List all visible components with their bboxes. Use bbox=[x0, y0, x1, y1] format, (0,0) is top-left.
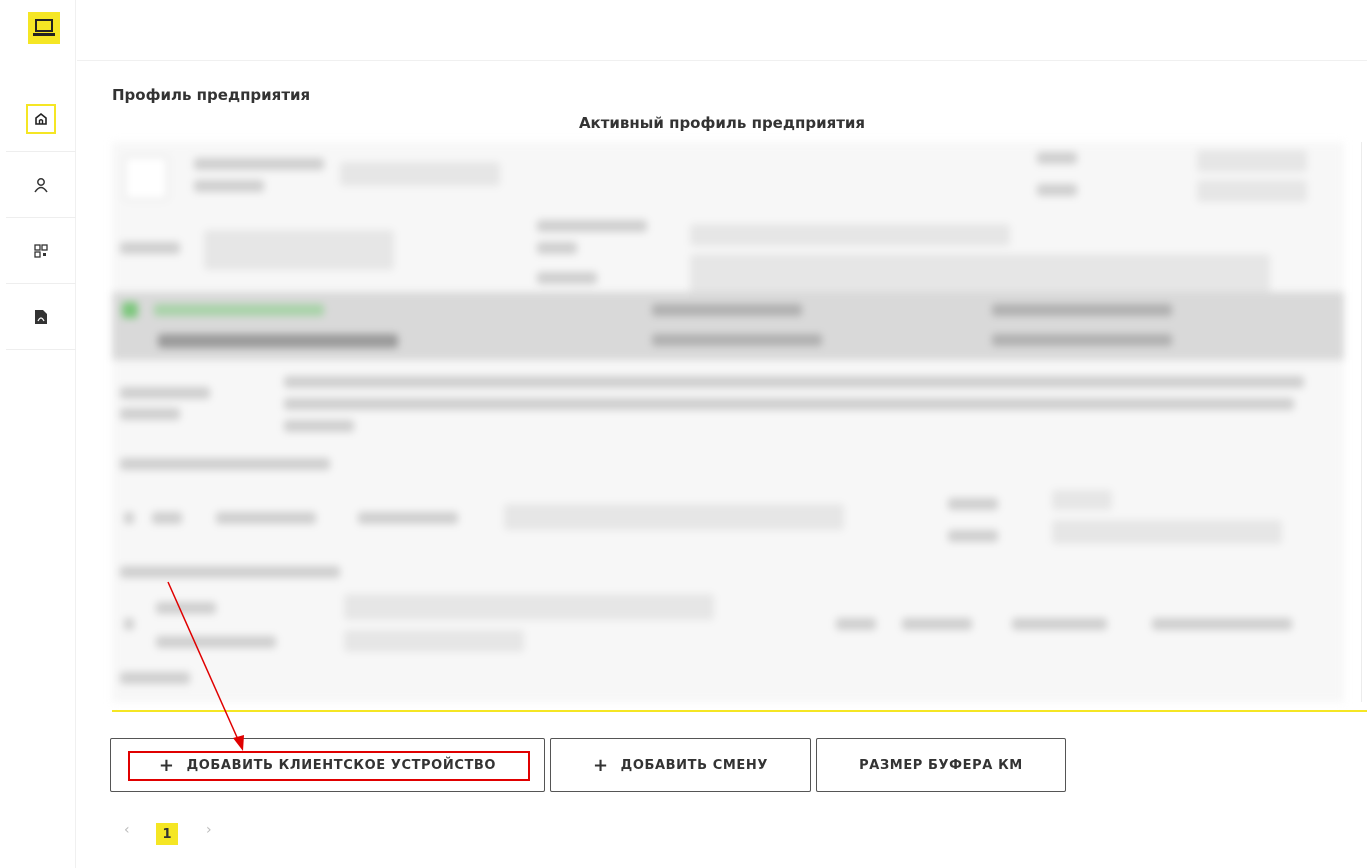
pagination-current-page[interactable]: 1 bbox=[156, 823, 178, 845]
annotation-arrow bbox=[167, 581, 244, 751]
pagination-prev[interactable]: ‹ bbox=[124, 822, 130, 838]
pagination-next[interactable]: › bbox=[206, 822, 212, 838]
